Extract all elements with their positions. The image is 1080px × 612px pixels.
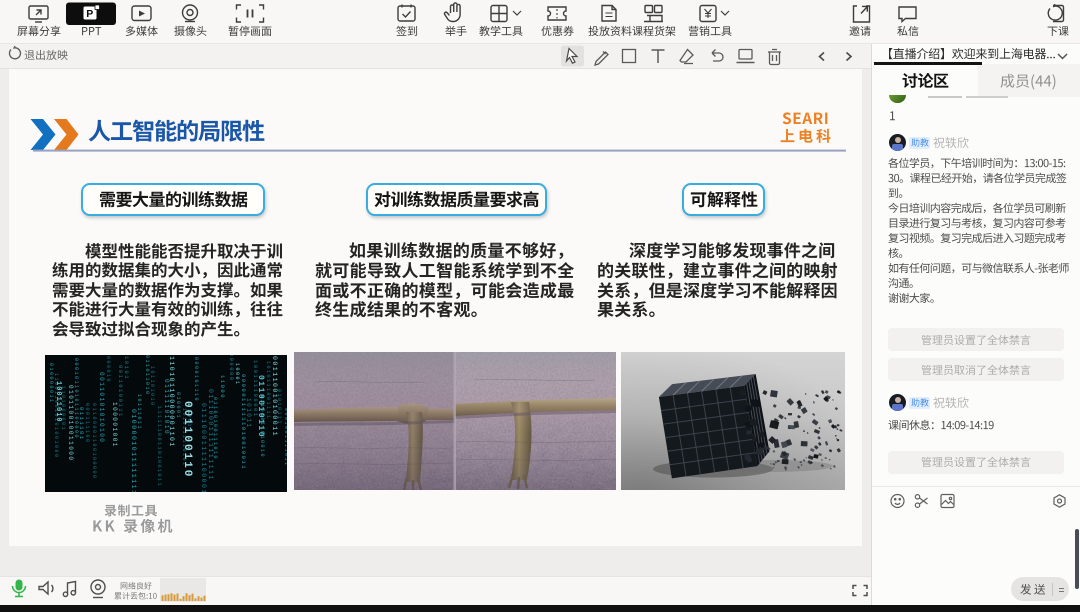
svg-text:01000010111111111: 01000010111111111	[130, 409, 137, 492]
svg-text:1000000: 1000000	[228, 355, 235, 382]
svg-text:0111000111110000101: 0111000111110000101	[200, 403, 207, 492]
svg-text:101101010: 101101010	[149, 366, 155, 407]
svg-text:10000010: 10000010	[105, 355, 111, 383]
svg-text:11010110000001101: 11010110000001101	[168, 356, 175, 448]
svg-text:01100001100100000: 01100001100100000	[91, 403, 97, 480]
svg-text:010110010011000: 010110010011000	[67, 385, 74, 462]
svg-text:10001: 10001	[234, 363, 240, 386]
svg-text:0001001111011: 0001001111011	[283, 408, 287, 467]
svg-text:000111100: 000111100	[84, 403, 90, 444]
svg-text:11000: 11000	[219, 375, 226, 399]
svg-text:111111001101001011: 111111001101001011	[156, 406, 162, 487]
svg-text:10111011: 10111011	[136, 394, 142, 430]
svg-text:0000101110: 0000101110	[193, 357, 199, 402]
svg-text:0111101: 0111101	[78, 407, 85, 441]
svg-text:010001: 010001	[175, 392, 181, 419]
svg-text:P: P	[86, 8, 93, 20]
svg-text:01010111: 01010111	[276, 389, 282, 425]
svg-text:10101: 10101	[123, 356, 130, 380]
svg-text:00110100111: 00110100111	[117, 365, 124, 418]
svg-text:001100110: 001100110	[181, 401, 193, 478]
svg-text:10011010: 10011010	[54, 381, 62, 423]
svg-text:00110101010100: 00110101010100	[98, 372, 105, 443]
svg-text:100001001: 100001001	[111, 402, 118, 448]
svg-text:0110010110: 0110010110	[256, 375, 265, 438]
svg-text:01100100111010: 01100100111010	[212, 397, 218, 460]
svg-text:101011: 101011	[245, 398, 252, 429]
